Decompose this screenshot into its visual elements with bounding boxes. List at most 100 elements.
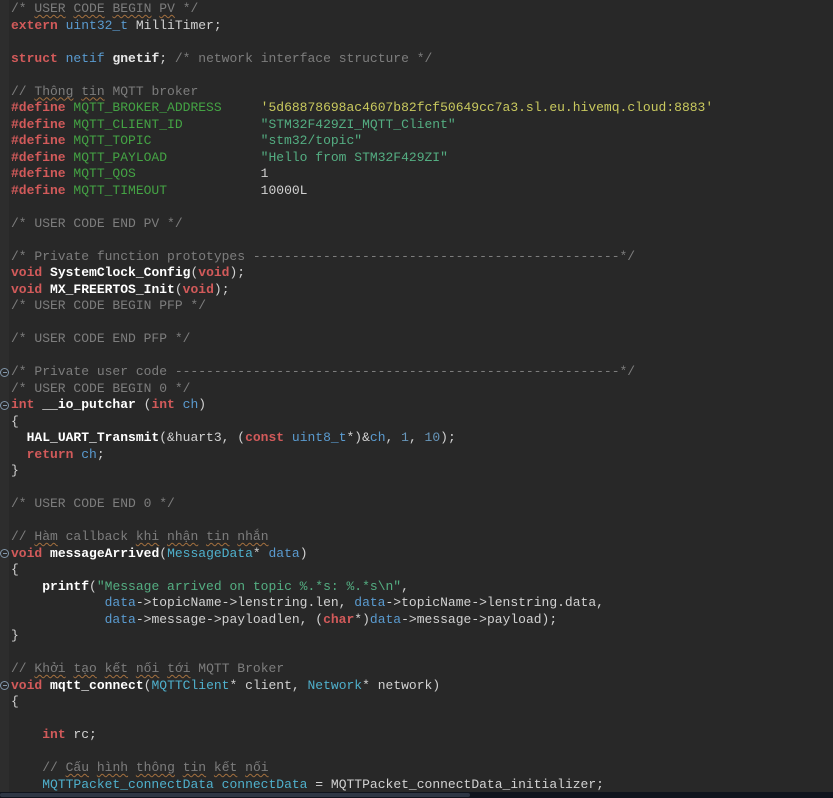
code-token: * (252, 545, 269, 561)
code-token: rc; (65, 727, 97, 742)
code-token: /* USER CODE BEGIN 0 */ (11, 380, 191, 396)
code-editor[interactable]: /* USER CODE BEGIN PV */extern uint32_t … (0, 0, 833, 798)
code-line[interactable]: /* USER CODE END 0 */ (0, 496, 833, 513)
code-token: MQTT_BROKER_ADDRESS (73, 100, 222, 115)
code-line[interactable] (0, 34, 833, 51)
code-area[interactable]: /* USER CODE BEGIN PV */extern uint32_t … (0, 0, 833, 793)
code-line[interactable]: // Hàm callback khi nhận tin nhắn (0, 529, 833, 546)
code-line[interactable]: #define MQTT_TOPIC "stm32/topic" (0, 133, 833, 150)
code-token: ( (89, 578, 97, 594)
code-line[interactable] (0, 315, 833, 332)
code-line[interactable] (0, 711, 833, 728)
code-line[interactable]: data->message->payloadlen, (char*)data->… (0, 612, 833, 629)
code-line[interactable]: } (0, 628, 833, 645)
code-line[interactable]: HAL_UART_Transmit(&huart3, (const uint8_… (0, 430, 833, 447)
code-line[interactable]: void mqtt_connect(MQTTClient* client, Ne… (0, 678, 833, 695)
scrollbar-thumb[interactable] (0, 793, 470, 797)
spellcheck-squiggle-token: Hàm (34, 529, 58, 544)
code-token: gnetif (112, 50, 160, 66)
code-line[interactable]: /* USER CODE BEGIN PFP */ (0, 298, 833, 315)
code-token: "STM32F429ZI_MQTT_Client" (260, 116, 456, 132)
code-line[interactable]: { (0, 694, 833, 711)
code-line[interactable]: } (0, 463, 833, 480)
code-token: /* USER CODE END 0 */ (11, 496, 175, 511)
fold-collapse-icon[interactable] (0, 549, 9, 558)
code-line[interactable]: int __io_putchar (int ch) (0, 397, 833, 414)
code-line[interactable]: // Khởi tạo kết nối tới MQTT Broker (0, 661, 833, 678)
code-line[interactable]: struct netif gnetif; /* network interfac… (0, 51, 833, 68)
code-token: extern (11, 17, 58, 33)
code-token: /* USER CODE BEGIN PFP */ (11, 298, 207, 313)
code-line[interactable]: // Cấu hình thông tin kết nối (0, 760, 833, 777)
fold-collapse-icon[interactable] (0, 681, 9, 690)
spellcheck-squiggle-token: nhắn (237, 529, 269, 544)
code-line[interactable]: /* USER CODE END PV */ (0, 216, 833, 233)
code-line[interactable]: #define MQTT_QOS 1 (0, 166, 833, 183)
code-line[interactable] (0, 67, 833, 84)
fold-collapse-icon[interactable] (0, 400, 9, 410)
code-line[interactable] (0, 199, 833, 216)
code-line[interactable]: /* Private user code -------------------… (0, 364, 833, 381)
code-token: return (26, 446, 74, 462)
code-line[interactable]: #define MQTT_TIMEOUT 10000L (0, 183, 833, 200)
code-line[interactable]: /* USER CODE BEGIN 0 */ (0, 381, 833, 398)
code-token: MQTT_PAYLOAD (73, 149, 168, 165)
code-token: #define (11, 166, 66, 181)
code-line[interactable]: { (0, 414, 833, 431)
code-line[interactable]: #define MQTT_CLIENT_ID "STM32F429ZI_MQTT… (0, 117, 833, 134)
code-line[interactable] (0, 348, 833, 365)
code-line[interactable] (0, 232, 833, 249)
code-line[interactable]: MQTTPacket_connectData connectData = MQT… (0, 777, 833, 794)
code-line[interactable]: void messageArrived(MessageData* data) (0, 546, 833, 563)
spellcheck-squiggle-token: tới (167, 661, 191, 676)
code-line[interactable] (0, 645, 833, 662)
code-line[interactable] (0, 480, 833, 497)
code-token: ->topicName->lenstring.len, (135, 595, 355, 610)
spellcheck-squiggle-token: kết (213, 760, 238, 775)
spellcheck-squiggle-token: tin (182, 760, 207, 775)
code-line[interactable]: /* Private function prototypes ---------… (0, 249, 833, 266)
code-line[interactable]: { (0, 562, 833, 579)
code-token: void (11, 677, 43, 693)
code-line[interactable]: #define MQTT_BROKER_ADDRESS '5d68878698a… (0, 100, 833, 117)
fold-collapse-icon[interactable] (0, 367, 9, 377)
code-line[interactable] (0, 744, 833, 761)
code-line[interactable]: return ch; (0, 447, 833, 464)
code-token: ->message->payloadlen, ( (135, 611, 324, 627)
code-token: void (11, 265, 43, 280)
code-token: uint32_t (65, 17, 129, 33)
code-line[interactable]: #define MQTT_PAYLOAD "Hello from STM32F4… (0, 150, 833, 167)
code-token: *) (354, 611, 370, 627)
code-token: } (11, 628, 19, 643)
code-line[interactable]: int rc; (0, 727, 833, 744)
code-line[interactable]: // Thông tin MQTT broker (0, 84, 833, 101)
code-token: data (104, 595, 136, 610)
code-token: uint8_t (291, 430, 347, 445)
code-token: messageArrived (50, 545, 160, 561)
spellcheck-squiggle-token: nhận (167, 529, 199, 544)
code-line[interactable]: void SystemClock_Config(void); (0, 265, 833, 282)
code-token: SystemClock_Config (50, 265, 191, 280)
code-line[interactable]: void MX_FREERTOS_Init(void); (0, 282, 833, 299)
code-line[interactable]: /* USER CODE BEGIN PV */ (0, 1, 833, 18)
code-line[interactable]: extern uint32_t MilliTimer; (0, 18, 833, 35)
spellcheck-squiggle-token: tạo (73, 661, 97, 676)
code-token: ); (213, 281, 230, 297)
code-line[interactable]: /* USER CODE END PFP */ (0, 331, 833, 348)
code-line[interactable] (0, 513, 833, 530)
code-line[interactable]: data->topicName->lenstring.len, data->to… (0, 595, 833, 612)
code-line[interactable]: printf("Message arrived on topic %.*s: %… (0, 579, 833, 596)
code-token: callback (57, 529, 136, 544)
horizontal-scrollbar[interactable] (0, 792, 833, 798)
